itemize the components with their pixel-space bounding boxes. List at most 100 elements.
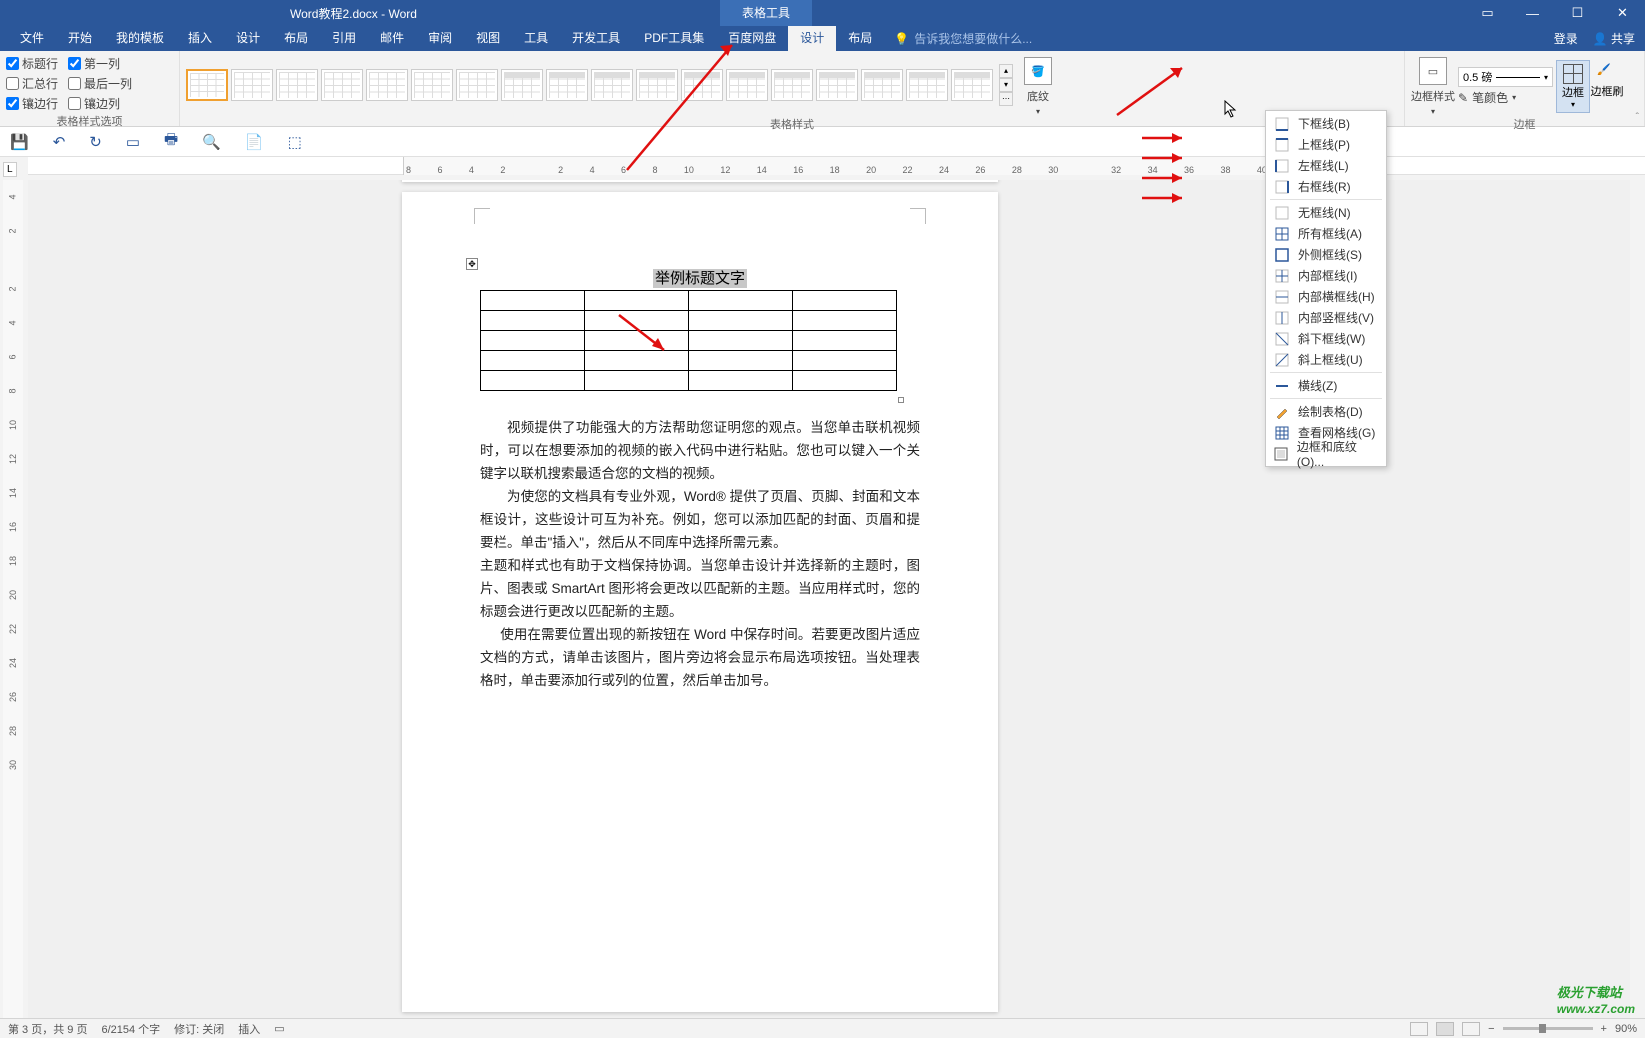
redo-icon[interactable]: ↻ bbox=[89, 133, 102, 151]
table-style-item[interactable] bbox=[771, 69, 813, 101]
zoom-level[interactable]: 90% bbox=[1615, 1023, 1637, 1035]
table-style-item[interactable] bbox=[546, 69, 588, 101]
menu-layout[interactable]: 布局 bbox=[272, 26, 320, 51]
menu-table-layout[interactable]: 布局 bbox=[836, 26, 884, 51]
border-menu-ih[interactable]: 内部横框线(H) bbox=[1266, 286, 1386, 307]
borders-dropdown-button[interactable]: 边框 ▾ bbox=[1556, 60, 1590, 113]
iv-border-icon bbox=[1274, 310, 1290, 326]
tell-me-search[interactable]: 💡 告诉我您想要做什么... bbox=[894, 30, 1032, 47]
status-insert[interactable]: 插入 bbox=[238, 1021, 260, 1037]
gallery-more-icon[interactable]: ⋯ bbox=[999, 92, 1013, 106]
copy-icon[interactable]: 📄 bbox=[245, 133, 264, 151]
checkbox-total-row[interactable]: 汇总行 bbox=[6, 73, 58, 93]
border-menu-right[interactable]: 右框线(R) bbox=[1266, 176, 1386, 197]
border-menu-dd[interactable]: 斜下框线(W) bbox=[1266, 328, 1386, 349]
table-style-item[interactable] bbox=[186, 69, 228, 101]
collapse-ribbon-icon[interactable]: ˆ bbox=[1636, 112, 1639, 123]
shading-button[interactable]: 🪣 底纹 ▾ bbox=[1016, 53, 1060, 116]
menu-file[interactable]: 文件 bbox=[8, 26, 56, 51]
menu-table-design[interactable]: 设计 bbox=[788, 26, 836, 51]
print-preview-icon[interactable]: 🖶 bbox=[164, 129, 178, 154]
table-style-item[interactable] bbox=[861, 69, 903, 101]
border-menu-outside[interactable]: 外侧框线(S) bbox=[1266, 244, 1386, 265]
border-menu-hline[interactable]: 横线(Z) bbox=[1266, 375, 1386, 396]
vertical-ruler[interactable]: 4224681012141618202224262830 bbox=[3, 180, 23, 1018]
menu-bar: 文件 开始 我的模板 插入 设计 布局 引用 邮件 审阅 视图 工具 开发工具 … bbox=[0, 26, 1645, 51]
ribbon-group-table-styles: ▴ ▾ ⋯ 🪣 底纹 ▾ 表格样式 bbox=[180, 51, 1405, 126]
ribbon-label-options: 表格样式选项 bbox=[6, 113, 173, 131]
checkbox-first-col[interactable]: 第一列 bbox=[68, 53, 132, 73]
table-style-item[interactable] bbox=[951, 69, 993, 101]
table-style-item[interactable] bbox=[231, 69, 273, 101]
document-title[interactable]: 举例标题文字 bbox=[402, 267, 998, 288]
draw-border-icon bbox=[1274, 404, 1290, 420]
checkbox-last-col[interactable]: 最后一列 bbox=[68, 73, 132, 93]
menu-insert[interactable]: 插入 bbox=[176, 26, 224, 51]
table-style-item[interactable] bbox=[276, 69, 318, 101]
table-styles-gallery[interactable] bbox=[186, 69, 993, 101]
find-icon[interactable]: 🔍 bbox=[202, 133, 221, 151]
save-icon[interactable]: 💾 bbox=[10, 133, 29, 151]
zoom-in-icon[interactable]: + bbox=[1601, 1023, 1607, 1035]
checkbox-banded-row[interactable]: 镶边行 bbox=[6, 93, 58, 113]
menu-my-templates[interactable]: 我的模板 bbox=[104, 26, 176, 51]
border-menu-left[interactable]: 左框线(L) bbox=[1266, 155, 1386, 176]
status-record-icon[interactable]: ▭ bbox=[274, 1022, 284, 1035]
layout-icon[interactable]: ⬚ bbox=[288, 133, 302, 151]
checkbox-banded-col[interactable]: 镶边列 bbox=[68, 93, 132, 113]
menu-review[interactable]: 审阅 bbox=[416, 26, 464, 51]
border-weight-select[interactable]: 0.5 磅 ▾ bbox=[1458, 67, 1553, 87]
document-area[interactable]: ✥ 举例标题文字 视频提供了功能强大的方法帮助您证明您的观点。当您单击联机视频时… bbox=[28, 180, 1630, 1018]
close-button[interactable]: ✕ bbox=[1600, 0, 1645, 26]
border-menu-all[interactable]: 所有框线(A) bbox=[1266, 223, 1386, 244]
border-menu-dlg[interactable]: 边框和底纹(O)... bbox=[1266, 443, 1386, 464]
horizontal-ruler[interactable]: 8642246810121416182022242628303234363840 bbox=[28, 157, 1645, 175]
menu-mail[interactable]: 邮件 bbox=[368, 26, 416, 51]
border-style-button[interactable]: ▭ 边框样式 ▾ bbox=[1411, 53, 1455, 116]
status-page[interactable]: 第 3 页，共 9 页 bbox=[8, 1021, 87, 1037]
table-style-item[interactable] bbox=[366, 69, 408, 101]
border-menu-none[interactable]: 无框线(N) bbox=[1266, 202, 1386, 223]
new-icon[interactable]: ▭ bbox=[126, 133, 140, 151]
menu-tools[interactable]: 工具 bbox=[512, 26, 560, 51]
view-print-icon[interactable] bbox=[1436, 1022, 1454, 1036]
view-web-icon[interactable] bbox=[1462, 1022, 1480, 1036]
pen-color-button[interactable]: ✎ 笔颜色 ▾ bbox=[1458, 89, 1553, 106]
document-table[interactable] bbox=[480, 290, 897, 391]
menu-home[interactable]: 开始 bbox=[56, 26, 104, 51]
status-revise[interactable]: 修订: 关闭 bbox=[174, 1021, 224, 1037]
border-menu-du[interactable]: 斜上框线(U) bbox=[1266, 349, 1386, 370]
status-words[interactable]: 6/2154 个字 bbox=[101, 1021, 160, 1037]
undo-icon[interactable]: ↶ bbox=[53, 133, 66, 151]
border-menu-draw[interactable]: 绘制表格(D) bbox=[1266, 401, 1386, 422]
minimize-button[interactable]: — bbox=[1510, 0, 1555, 26]
menu-design[interactable]: 设计 bbox=[224, 26, 272, 51]
menu-view[interactable]: 视图 bbox=[464, 26, 512, 51]
border-menu-iv[interactable]: 内部竖框线(V) bbox=[1266, 307, 1386, 328]
menu-references[interactable]: 引用 bbox=[320, 26, 368, 51]
ruler-toggle[interactable]: L bbox=[3, 162, 17, 177]
border-menu-bottom[interactable]: 下框线(B) bbox=[1266, 113, 1386, 134]
border-painter-button[interactable]: 🖌️ 边框刷 bbox=[1590, 60, 1624, 113]
login-button[interactable]: 登录 bbox=[1554, 30, 1578, 47]
border-menu-top[interactable]: 上框线(P) bbox=[1266, 134, 1386, 155]
table-style-item[interactable] bbox=[456, 69, 498, 101]
table-style-item[interactable] bbox=[906, 69, 948, 101]
maximize-button[interactable]: ☐ bbox=[1555, 0, 1600, 26]
border-menu-inside[interactable]: 内部框线(I) bbox=[1266, 265, 1386, 286]
document-body-text[interactable]: 视频提供了功能强大的方法帮助您证明您的观点。当您单击联机视频时，可以在想要添加的… bbox=[480, 416, 920, 692]
gallery-up-icon[interactable]: ▴ bbox=[999, 64, 1013, 78]
zoom-out-icon[interactable]: − bbox=[1488, 1023, 1494, 1035]
table-style-item[interactable] bbox=[321, 69, 363, 101]
view-read-icon[interactable] bbox=[1410, 1022, 1428, 1036]
table-style-item[interactable] bbox=[501, 69, 543, 101]
checkbox-heading-row[interactable]: 标题行 bbox=[6, 53, 58, 73]
zoom-slider[interactable] bbox=[1503, 1027, 1593, 1030]
ih-border-icon bbox=[1274, 289, 1290, 305]
table-resize-handle[interactable] bbox=[898, 397, 904, 403]
ribbon-options-icon[interactable]: ▭ bbox=[1465, 0, 1510, 26]
table-style-item[interactable] bbox=[411, 69, 453, 101]
gallery-down-icon[interactable]: ▾ bbox=[999, 78, 1013, 92]
table-style-item[interactable] bbox=[816, 69, 858, 101]
share-button[interactable]: 👤 共享 bbox=[1593, 30, 1635, 47]
